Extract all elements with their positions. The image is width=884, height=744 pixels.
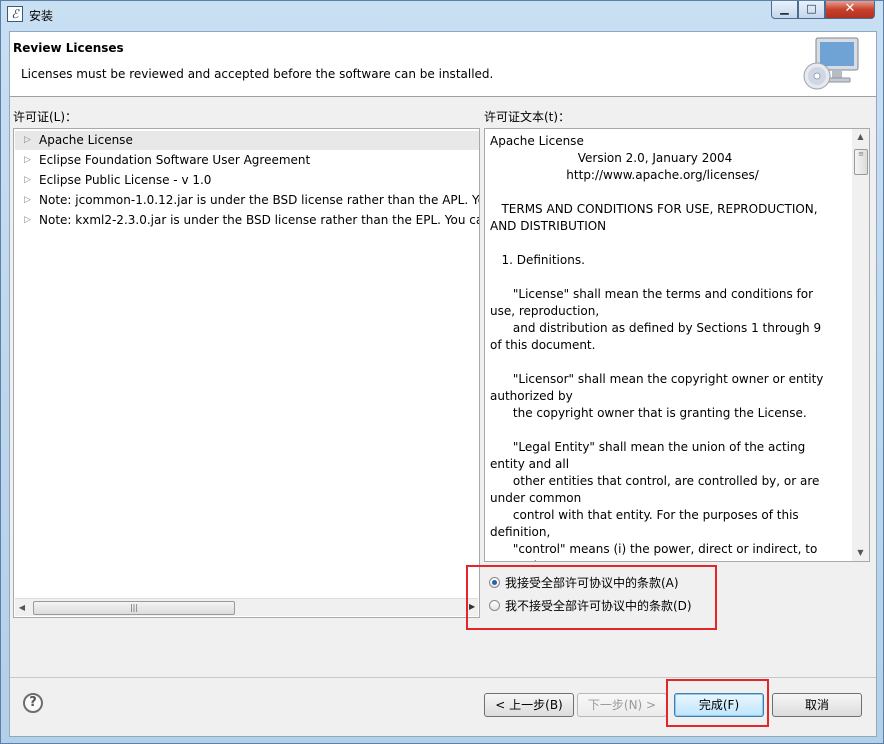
tree-item-eclipse-public-license[interactable]: ▷ Eclipse Public License - v 1.0 <box>15 171 479 190</box>
expand-arrow-icon[interactable]: ▷ <box>24 211 31 230</box>
tree-item-jcommon-note[interactable]: ▷ Note: jcommon-1.0.12.jar is under the … <box>15 191 479 210</box>
title-bar[interactable]: ℰ 安装 ▁ □ ✕ <box>1 1 883 29</box>
radio-highlight-box <box>466 565 717 630</box>
tree-item-apache-license[interactable]: ▷ Apache License <box>15 131 479 150</box>
licenses-label: 许可证(L)： <box>13 110 78 124</box>
scrollbar-thumb[interactable]: ||| <box>33 601 235 615</box>
scrollbar-thumb[interactable]: ≡ <box>854 149 868 175</box>
cancel-button[interactable]: 取消 <box>772 693 862 717</box>
help-icon[interactable]: ? <box>23 693 43 713</box>
expand-arrow-icon[interactable]: ▷ <box>24 151 31 170</box>
wizard-banner: Review Licenses Licenses must be reviewe… <box>10 32 876 97</box>
tree-item-label: Eclipse Foundation Software User Agreeme… <box>39 153 311 167</box>
page-title: Review Licenses <box>13 41 124 55</box>
window-title: 安装 <box>29 9 54 23</box>
expand-arrow-icon[interactable]: ▷ <box>24 171 31 190</box>
close-button[interactable]: ✕ <box>825 1 875 19</box>
license-text: Apache License Version 2.0, January 2004… <box>490 134 824 561</box>
scroll-down-arrow-icon[interactable]: ▼ <box>852 545 869 561</box>
license-tree[interactable]: ▷ Apache License ▷ Eclipse Foundation So… <box>13 128 480 618</box>
next-button[interactable]: 下一步(N) > <box>577 693 667 717</box>
expand-arrow-icon[interactable]: ▷ <box>24 131 31 150</box>
tree-item-kxml2-note[interactable]: ▷ Note: kxml2-2.3.0.jar is under the BSD… <box>15 211 479 230</box>
computer-cd-icon <box>803 37 859 90</box>
eclipse-app-icon: ℰ <box>7 6 23 22</box>
page-description: Licenses must be reviewed and accepted b… <box>21 67 494 81</box>
minimize-button[interactable]: ▁ <box>771 1 798 19</box>
scroll-left-arrow-icon[interactable]: ◀ <box>15 599 29 616</box>
tree-item-label: Apache License <box>39 133 133 147</box>
license-text-area[interactable]: Apache License Version 2.0, January 2004… <box>484 128 870 562</box>
dialog-content: Review Licenses Licenses must be reviewe… <box>9 31 877 737</box>
license-text-label: 许可证文本(t)： <box>484 110 571 124</box>
footer-separator <box>10 677 876 678</box>
tree-item-label: Note: jcommon-1.0.12.jar is under the BS… <box>39 193 479 207</box>
install-dialog: ℰ 安装 ▁ □ ✕ Review Licenses Licenses must… <box>0 0 884 744</box>
back-button[interactable]: < 上一步(B) <box>484 693 574 717</box>
expand-arrow-icon[interactable]: ▷ <box>24 191 31 210</box>
tree-item-label: Note: kxml2-2.3.0.jar is under the BSD l… <box>39 213 479 227</box>
finish-highlight-box <box>666 679 769 727</box>
scroll-up-arrow-icon[interactable]: ▲ <box>852 129 869 145</box>
vertical-scrollbar[interactable]: ▲ ≡ ▼ <box>852 129 869 561</box>
maximize-button[interactable]: □ <box>798 1 825 19</box>
horizontal-scrollbar[interactable]: ◀ ||| <box>15 598 478 616</box>
tree-item-eclipse-foundation-agreement[interactable]: ▷ Eclipse Foundation Software User Agree… <box>15 151 479 170</box>
tree-item-label: Eclipse Public License - v 1.0 <box>39 173 212 187</box>
